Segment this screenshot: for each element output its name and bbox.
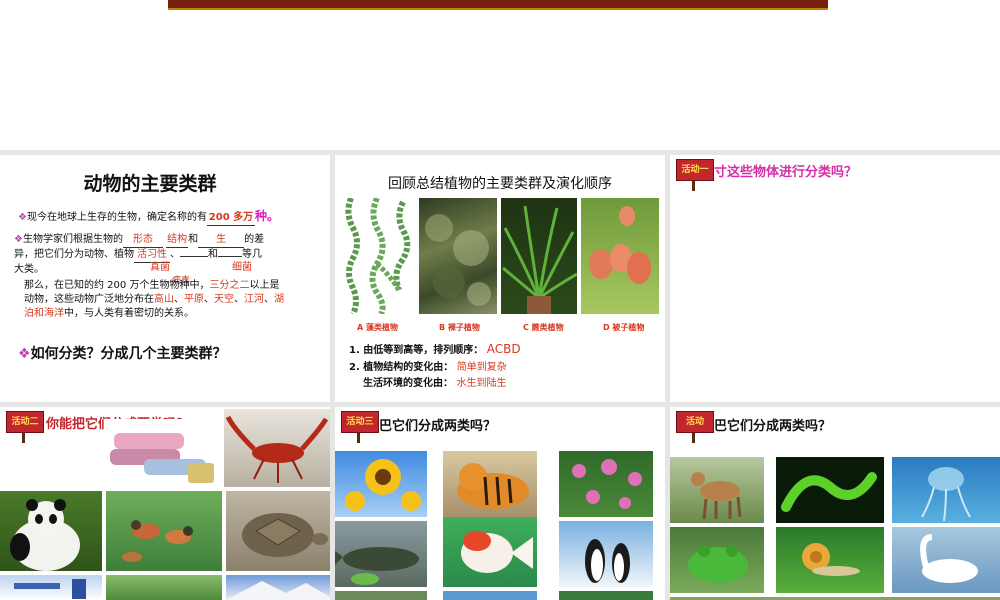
partial-image [443,591,537,600]
slide-6-activity[interactable]: 活动 巴它们分成两类吗？ [670,407,1000,600]
slide-title: 动物的主要类群 [83,173,217,195]
activity-badge: 活动二 [6,411,44,433]
plant-label-angiosperm: D 被子植物 [603,323,645,332]
gymnosperm-image [419,198,497,314]
stapler-image [104,419,216,485]
peach-image [581,198,659,314]
mandarin-ducks-image [106,491,222,571]
crayfish-image [224,409,330,487]
jellyfish-image [892,457,1000,523]
answer-environment: 水生到陆生 [456,378,507,389]
question-how-classify: ❖如何分类？分成几个主要类群？ [18,346,227,362]
tiger-image [443,451,537,517]
diamond-bullet-icon: ❖ [18,346,31,362]
lotus-image [559,451,653,517]
partial-image [335,591,427,600]
top-slide-edge[interactable] [168,0,828,10]
plant-label-algae: A 藻类植物 [357,323,398,332]
diamond-bullet-icon: ❖ [18,212,27,223]
diamond-bullet-icon: ❖ [14,234,23,245]
partial-image [559,591,653,600]
slide-title: 回顾总结植物的主要类群及演化顺序 [388,176,612,192]
desk-image [0,575,102,600]
activity-badge: 活动 [676,411,714,433]
activity-badge: 活动三 [341,411,379,433]
slide-2-plant-review[interactable]: 回顾总结植物的主要类群及演化顺序 A 藻类植物 B 裸子植物 C 蕨类植物 D … [335,155,665,402]
activity-question: 巴它们分成两类吗？ [714,419,832,434]
panda-image [0,491,102,571]
question-environment: 生活环境的变化由： 水生到陆生 [363,378,507,389]
paragraph-classification: ❖生物学家们根据生物的 形态 结构和生的差 异，把它们分为动物、植物 活习性、和等几… [14,234,265,275]
snail-image [776,527,884,593]
plant-label-gymnosperm: B 裸子植物 [439,323,480,332]
goldfish-image [443,517,537,587]
penguins-image [559,521,653,587]
activity-question: 巴它们分成两类吗？ [379,419,497,434]
slide-3-activity-one[interactable]: 活动一 寸这些物体进行分类吗？ [670,155,1000,402]
activity-badge: 活动一 [676,159,714,181]
question-structure: 2. 植物结构的变化由： 简单到复杂 [349,362,507,373]
slide-1-animal-groups[interactable]: 动物的主要类群 ❖现今在地球上生存的生物，确定名称的有 200 多万 种。 ❖生物学… [0,155,330,402]
answer-species-count: 200 多万 [206,211,255,226]
answer-structure: 简单到复杂 [456,362,507,373]
sunflower-image [335,451,427,517]
algae-image [341,198,415,314]
activity-question: 寸这些物体进行分类吗？ [714,165,858,180]
mountain-image [226,575,330,600]
slide-5-activity-three[interactable]: 活动三 巴它们分成两类吗？ [335,407,665,600]
question-order: 1. 由低等到高等，排列顺序： ACBD [349,342,521,356]
answer-order: ACBD [486,342,521,356]
frog-image [670,527,764,593]
line-species-count: ❖现今在地球上生存的生物，确定名称的有 200 多万 种。 [18,209,328,226]
deer-image [670,457,764,523]
fern-image [501,198,577,314]
tree-image [106,575,222,600]
slide-4-activity-two[interactable]: 活动二 你能把它们分成两类吗？ [0,407,330,600]
paragraph-distribution: 那么，在已知的约 200 万个生物物种中，三分之二以上是 动物，这些动物广泛地分… [24,280,284,319]
top-blank-area [0,0,1000,150]
tortoise-image [226,491,330,571]
plant-label-fern: C 蕨类植物 [523,323,564,332]
crocodile-image [335,521,427,587]
green-snake-image [776,457,884,523]
swan-image [892,527,1000,593]
